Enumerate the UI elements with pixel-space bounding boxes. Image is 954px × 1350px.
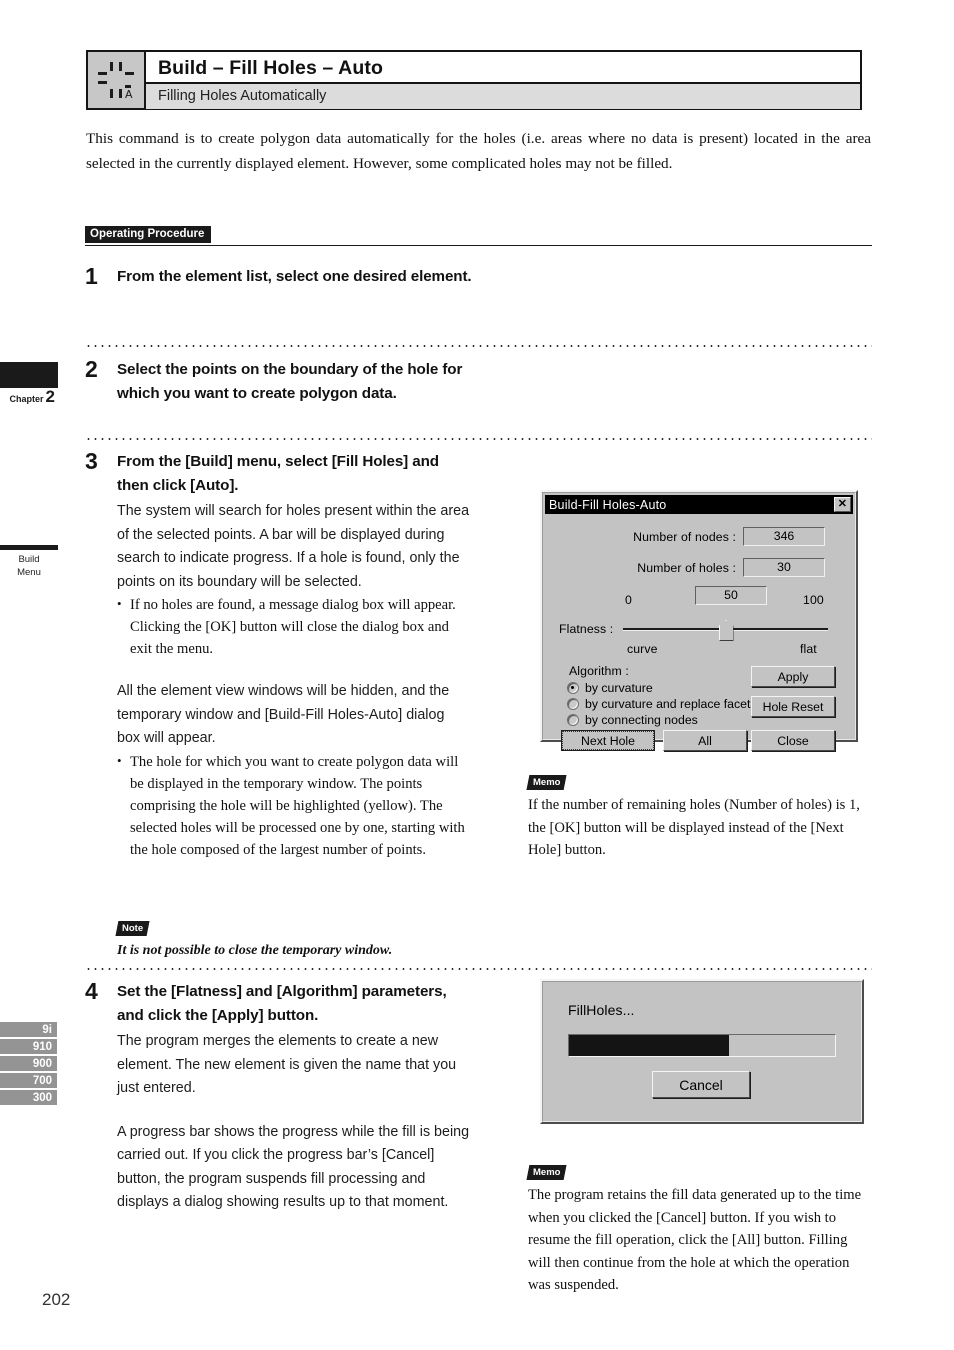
flatness-max-label: 100	[803, 593, 824, 607]
note-badge: Note	[115, 921, 150, 936]
operating-procedure-tag: Operating Procedure	[85, 226, 212, 244]
note-block: Note It is not possible to close the tem…	[115, 918, 477, 961]
step-divider	[85, 438, 872, 440]
model-tab: 300	[0, 1090, 57, 1107]
progress-bar-fill	[569, 1035, 729, 1056]
flatness-slider[interactable]	[623, 620, 828, 641]
page-header: A Build – Fill Holes – Auto Filling Hole…	[86, 50, 862, 110]
page-title: Build – Fill Holes – Auto	[146, 52, 860, 84]
step-3-bullet-list-2: The hole for which you want to create po…	[117, 750, 470, 861]
memo-badge: Memo	[526, 1165, 567, 1180]
model-tab: 700	[0, 1073, 57, 1090]
next-hole-button-label: Next Hole	[562, 731, 654, 750]
flatness-value[interactable]: 50	[695, 586, 767, 605]
flatness-flat-caption: flat	[800, 642, 817, 656]
left-rail: Chapter 2 Build Menu 9i 910 900 700 300	[0, 0, 78, 1350]
step-divider	[85, 345, 872, 347]
step-2-number: 2	[85, 356, 98, 382]
radio-label: by curvature and replace facets	[585, 697, 757, 711]
menu-tab-line2: Menu	[17, 567, 41, 578]
memo-text: The program retains the fill data genera…	[528, 1187, 862, 1293]
step-2: 2 Select the points on the boundary of t…	[85, 358, 485, 405]
step-3-number: 3	[85, 448, 98, 474]
flatness-min-label: 0	[625, 593, 632, 607]
cancel-button[interactable]: Cancel	[652, 1071, 750, 1098]
radio-label: by curvature	[585, 681, 653, 695]
step-3-heading: From the [Build] menu, select [Fill Hole…	[117, 453, 439, 494]
hole-reset-button[interactable]: Hole Reset	[751, 696, 835, 717]
note-text: It is not possible to close the temporar…	[117, 943, 393, 958]
model-tab: 900	[0, 1056, 57, 1073]
number-of-nodes-value: 346	[743, 527, 825, 546]
radio-icon	[567, 698, 579, 710]
fillholes-progress-dialog[interactable]: FillHoles... Cancel	[540, 979, 864, 1124]
menu-tab-label: Build Menu	[0, 550, 58, 579]
progress-dialog-title: FillHoles...	[568, 1002, 635, 1018]
menu-tab: Build Menu	[0, 545, 58, 579]
chapter-word: Chapter	[9, 394, 44, 405]
dialog-title: Build-Fill Holes-Auto	[549, 497, 667, 512]
svg-text:A: A	[125, 88, 133, 101]
memo-block-1: Memo If the number of remaining holes (N…	[526, 772, 873, 862]
step-4-paragraph-2: A progress bar shows the progress while …	[117, 1123, 470, 1211]
model-tabs: 9i 910 900 700 300	[0, 1022, 57, 1107]
step-1: 1 From the element list, select one desi…	[85, 265, 485, 289]
step-4-number: 4	[85, 978, 98, 1004]
number-of-nodes-label: Number of nodes :	[633, 530, 736, 544]
step-3-bullet-list-1: If no holes are found, a message dialog …	[117, 593, 470, 660]
close-icon[interactable]: ✕	[834, 497, 851, 512]
page-subtitle: Filling Holes Automatically	[146, 84, 860, 109]
apply-button[interactable]: Apply	[751, 666, 835, 687]
list-item: The hole for which you want to create po…	[117, 750, 470, 861]
number-of-holes-label: Number of holes :	[637, 561, 736, 575]
chapter-tab-block	[0, 362, 58, 388]
chapter-tab: Chapter 2	[0, 362, 58, 406]
step-3-paragraph-1: The system will search for holes present…	[117, 503, 470, 590]
algorithm-label: Algorithm :	[569, 664, 629, 678]
number-of-holes-value: 30	[743, 558, 825, 577]
flatness-curve-caption: curve	[627, 642, 658, 656]
close-button[interactable]: Close	[751, 730, 835, 751]
operating-procedure-rule	[85, 245, 872, 246]
dialog-titlebar: Build-Fill Holes-Auto ✕	[545, 495, 853, 514]
radio-label: by connecting nodes	[585, 713, 698, 727]
step-4: 4 Set the [Flatness] and [Algorithm] par…	[85, 980, 470, 1215]
radio-icon	[567, 714, 579, 726]
step-1-heading: From the element list, select one desire…	[117, 268, 472, 285]
radio-icon	[567, 682, 579, 694]
model-tab: 9i	[0, 1022, 57, 1039]
step-divider	[85, 968, 872, 970]
menu-tab-line1: Build	[18, 554, 40, 565]
list-item: If no holes are found, a message dialog …	[117, 593, 470, 660]
chapter-tab-label: Chapter 2	[0, 387, 58, 406]
step-3-paragraph-2: All the element view windows will be hid…	[117, 683, 450, 746]
page-number: 202	[42, 1290, 71, 1309]
progress-bar	[568, 1034, 836, 1057]
step-4-heading: Set the [Flatness] and [Algorithm] param…	[117, 983, 447, 1024]
step-2-heading: Select the points on the boundary of the…	[117, 361, 463, 402]
chapter-number: 2	[45, 387, 55, 406]
operating-procedure-header: Operating Procedure	[85, 226, 872, 246]
model-tab: 910	[0, 1039, 57, 1056]
flatness-slider-thumb[interactable]	[718, 620, 734, 641]
header-text: Build – Fill Holes – Auto Filling Holes …	[146, 52, 860, 109]
memo-text: If the number of remaining holes (Number…	[528, 797, 860, 858]
all-button[interactable]: All	[663, 730, 747, 751]
step-1-number: 1	[85, 263, 98, 289]
flatness-label: Flatness :	[559, 622, 614, 636]
step-4-paragraph-1: The program merges the elements to creat…	[117, 1033, 457, 1096]
next-hole-button[interactable]: Next Hole	[561, 730, 655, 751]
memo-badge: Memo	[526, 775, 567, 790]
memo-block-2: Memo The program retains the fill data g…	[526, 1162, 873, 1297]
flatness-slider-track[interactable]	[623, 620, 828, 641]
build-fill-holes-auto-dialog[interactable]: Build-Fill Holes-Auto ✕ Number of nodes …	[540, 490, 858, 751]
fill-holes-auto-icon: A	[88, 52, 146, 108]
step-3: 3 From the [Build] menu, select [Fill Ho…	[85, 450, 470, 861]
intro-paragraph: This command is to create polygon data a…	[86, 130, 871, 172]
